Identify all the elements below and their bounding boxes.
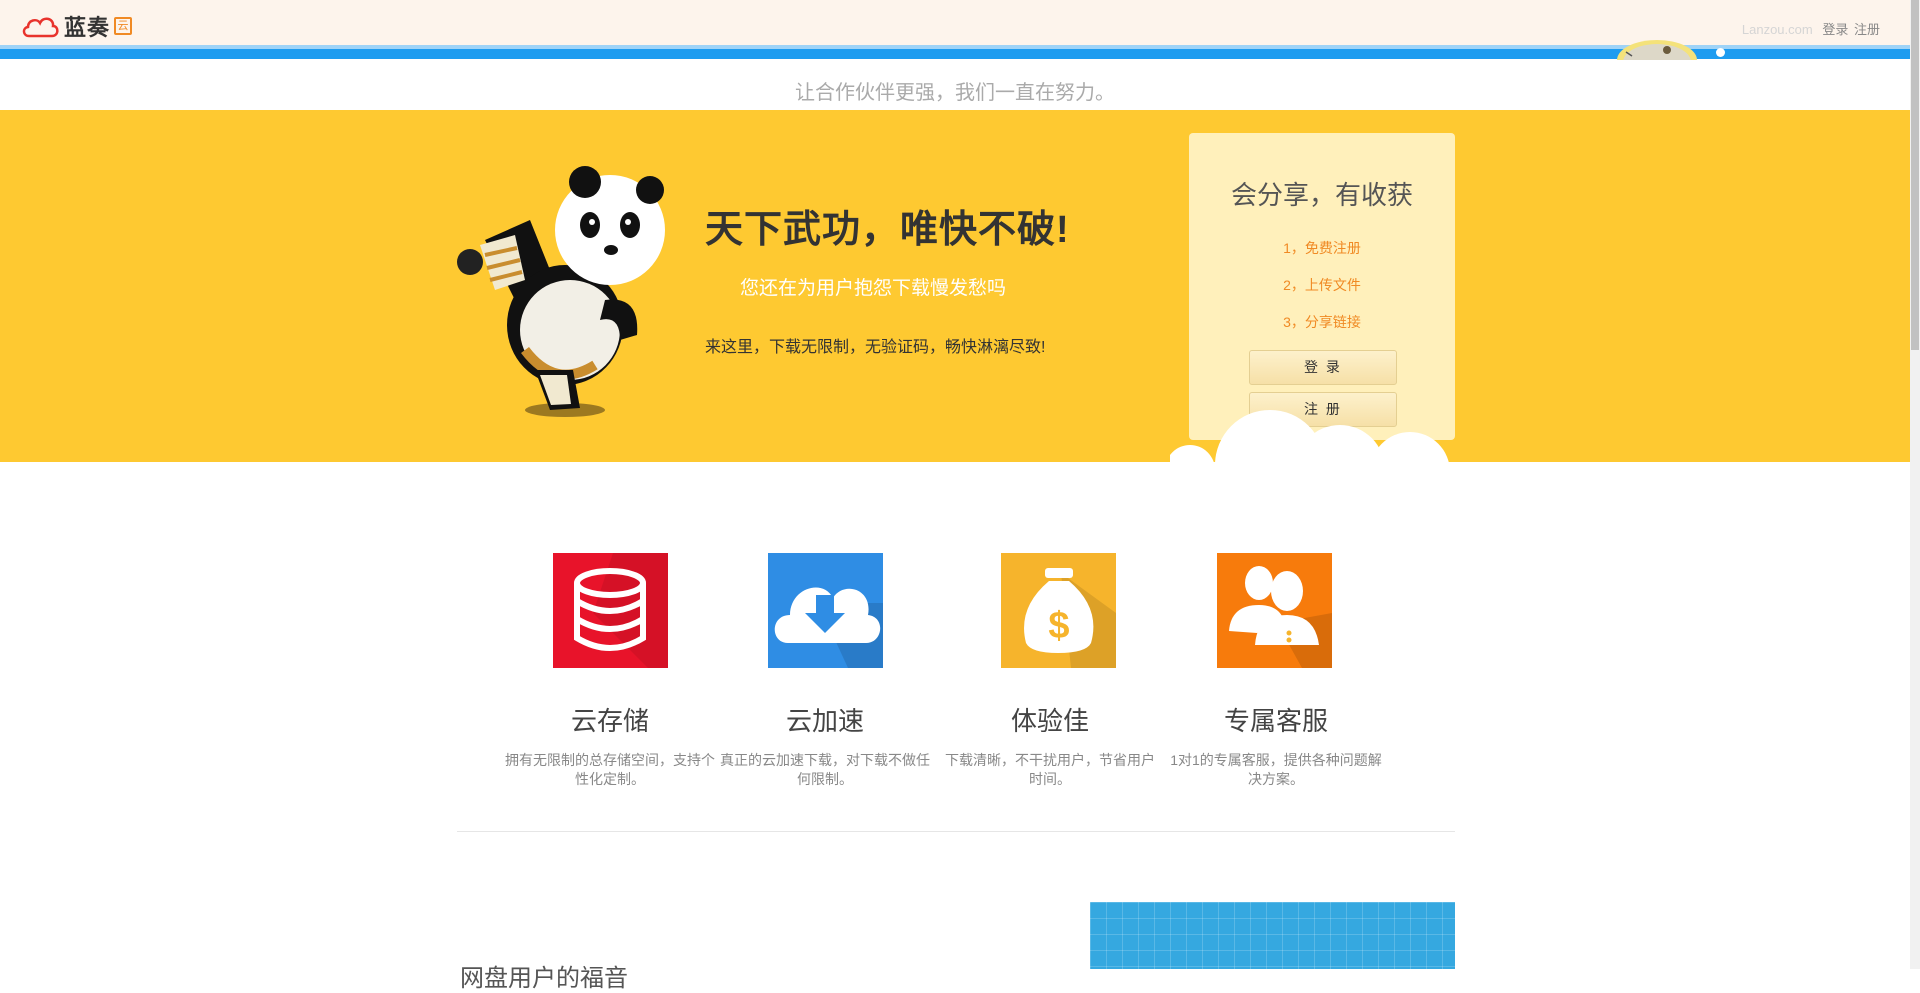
dot-decoration — [1716, 48, 1725, 57]
signup-card: 会分享，有收获 1，免费注册 2，上传文件 3，分享链接 登 录 注 册 — [1189, 133, 1455, 440]
top-links: Lanzou.com 登录 注册 — [1742, 19, 1880, 38]
blue-pattern-image — [1090, 902, 1455, 969]
section-divider — [457, 831, 1455, 832]
register-link[interactable]: 注册 — [1854, 22, 1880, 37]
svg-text:$: $ — [1048, 605, 1069, 647]
bottom-heading: 网盘用户的福音 — [460, 965, 628, 992]
site-logo[interactable]: 蓝奏 云 — [20, 10, 133, 42]
mascot-peek-icon — [1617, 40, 1697, 60]
card-step-register: 1，免费注册 — [1283, 240, 1361, 256]
card-title: 会分享，有收获 — [1230, 180, 1413, 210]
hero-banner: 天下武功，唯快不破! 您还在为用户抱怨下载慢发愁吗 来这里，下载无限制，无验证码… — [0, 110, 1910, 462]
hero-subtitle: 您还在为用户抱怨下载慢发愁吗 — [740, 278, 1007, 299]
logo-badge: 云 — [114, 17, 133, 35]
card-login-button[interactable]: 登 录 — [1249, 350, 1397, 385]
feature-desc: 真正的云加速下载，对下载不做任何限制。 — [720, 752, 930, 787]
tagline: 让合作伙伴更强，我们一直在努力。 — [795, 82, 1115, 104]
feature-desc: 拥有无限制的总存储空间，支持个性化定制。 — [505, 752, 715, 787]
panda-mascot-icon — [457, 166, 665, 417]
login-link[interactable]: 登录 — [1822, 22, 1848, 37]
hero-title: 天下武功，唯快不破! — [705, 209, 1070, 251]
card-step-upload: 2，上传文件 — [1283, 277, 1361, 293]
cloud-logo-icon — [22, 17, 59, 38]
feature-title: 专属客服 — [1223, 706, 1328, 736]
feature-title: 云加速 — [785, 706, 864, 736]
support-users-icon — [1217, 553, 1332, 668]
money-bag-icon: $ — [1001, 553, 1116, 668]
database-icon — [553, 553, 668, 668]
cloud-decoration-icon — [1170, 410, 1449, 462]
domain-text: Lanzou.com — [1741, 22, 1813, 37]
feature-title: 体验佳 — [1010, 706, 1089, 736]
feature-desc: 1对1的专属客服，提供各种问题解决方案。 — [1170, 752, 1382, 787]
logo-text: 蓝奏 — [64, 15, 111, 40]
feature-title: 云存储 — [570, 706, 649, 736]
feature-desc: 下载清晰，不干扰用户，节省用户时间。 — [945, 752, 1155, 787]
scrollbar-thumb[interactable] — [1911, 0, 1919, 350]
cloud-download-icon — [768, 553, 883, 668]
card-step-share: 3，分享链接 — [1283, 314, 1361, 330]
hero-description: 来这里，下载无限制，无验证码，畅快淋漓尽致! — [705, 339, 1046, 356]
